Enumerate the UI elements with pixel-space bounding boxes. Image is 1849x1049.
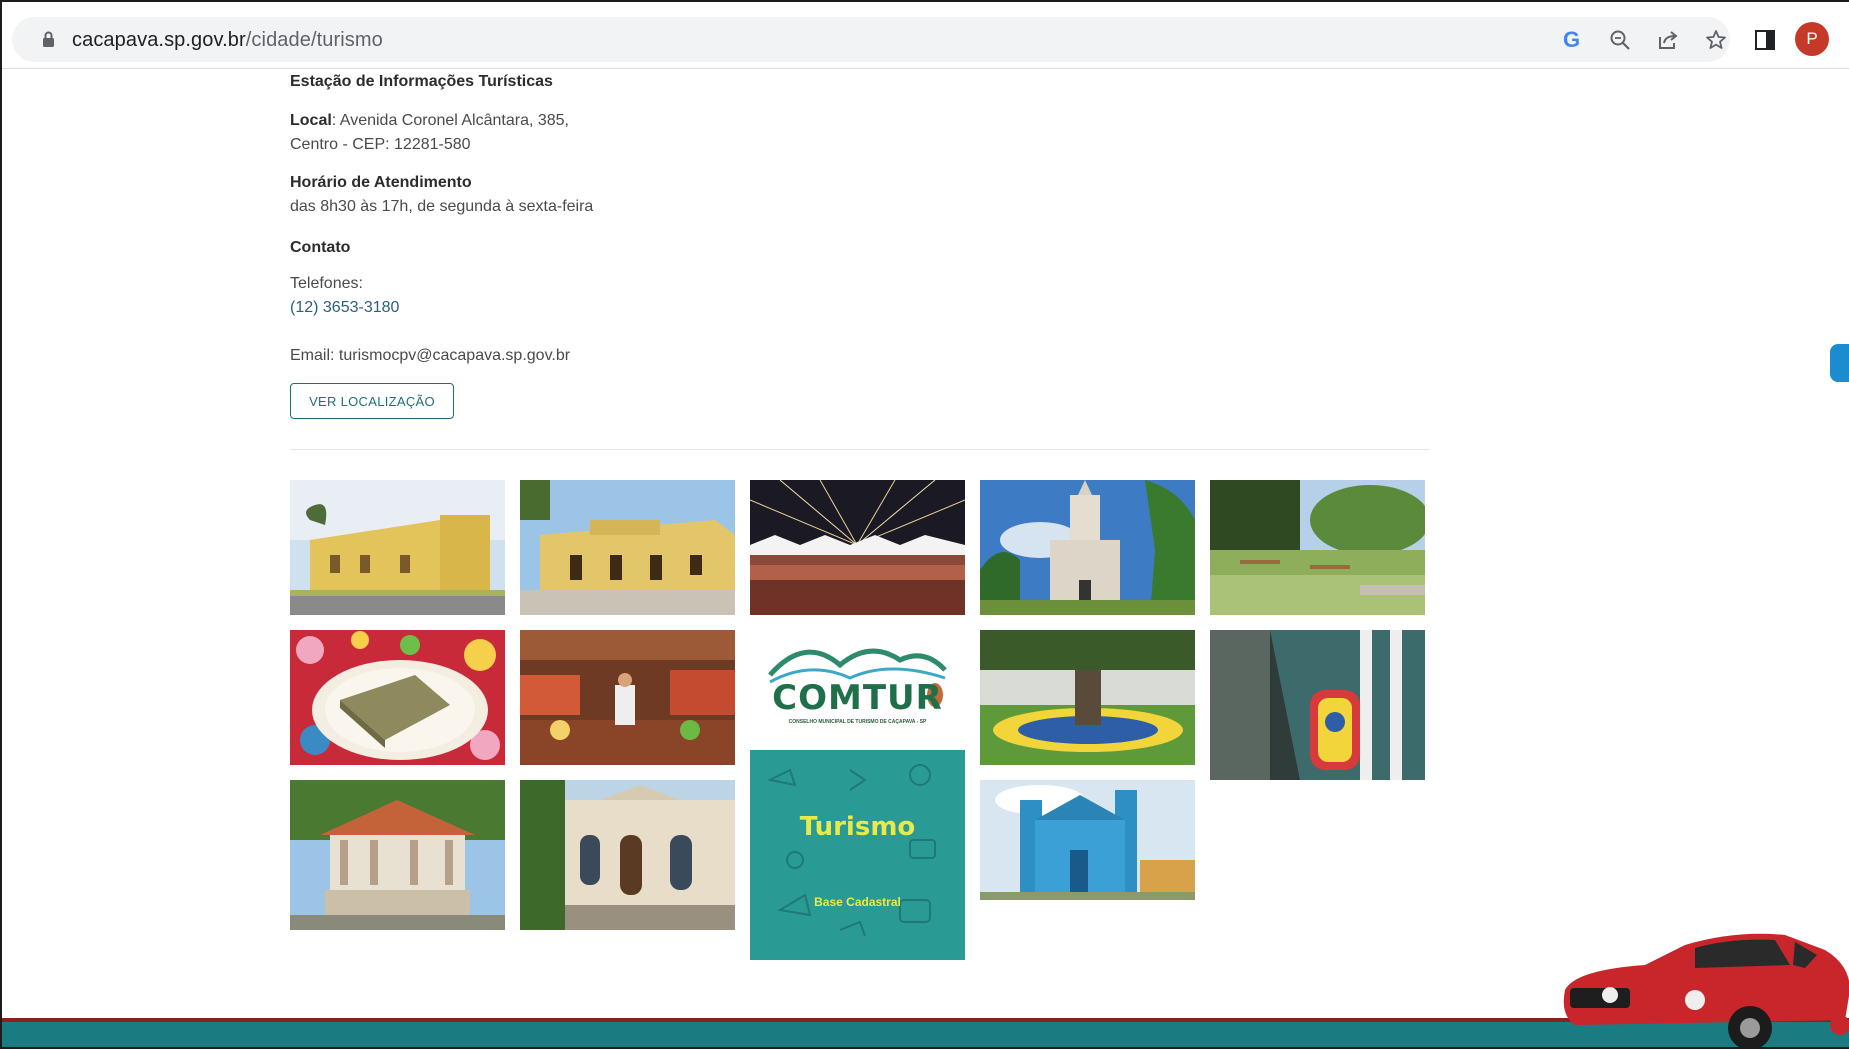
url-path: /cidade/turismo <box>245 29 383 51</box>
turismo-subtitle: Base Cadastral <box>814 895 901 909</box>
photo-gallery: COMTUR CONSELHO MUNICIPAL DE TURISMO DE … <box>290 480 1430 960</box>
gallery-photo-blue-church[interactable] <box>980 780 1195 900</box>
address-line-1: : Avenida Coronel Alcântara, 385, <box>331 112 569 129</box>
star-icon[interactable] <box>1693 17 1738 62</box>
address-bar[interactable]: cacapava.sp.gov.br/cidade/turismo G <box>12 17 1730 62</box>
zoom-icon[interactable] <box>1597 17 1642 62</box>
hours-text: das 8h30 às 17h, de segunda à sexta-feir… <box>290 198 594 215</box>
gallery-turismo-base-cadastral[interactable]: Turismo Base Cadastral <box>750 750 965 960</box>
car-illustration <box>1563 933 1849 1049</box>
gallery-photo-historic-building[interactable] <box>520 780 735 930</box>
url-host: cacapava.sp.gov.br <box>72 29 246 51</box>
address-line-2: Centro - CEP: 12281-580 <box>290 136 471 153</box>
comtur-title: COMTUR <box>772 678 943 718</box>
sidepanel-icon[interactable] <box>1742 17 1787 62</box>
turismo-title: Turismo <box>799 812 916 842</box>
share-icon[interactable] <box>1645 17 1690 62</box>
email-text[interactable]: Email: turismocpv@cacapava.sp.gov.br <box>290 344 570 368</box>
info-title: Estação de Informações Turísticas <box>290 73 553 90</box>
gallery-comtur-logo[interactable]: COMTUR CONSELHO MUNICIPAL DE TURISMO DE … <box>750 630 965 750</box>
url-text[interactable]: cacapava.sp.gov.br/cidade/turismo <box>72 29 383 52</box>
contact-title: Contato <box>290 239 351 256</box>
gallery-photo-paçoca-dessert[interactable] <box>290 630 505 765</box>
google-icon[interactable]: G <box>1549 17 1594 62</box>
gallery-photo-monument-square[interactable] <box>980 630 1195 765</box>
accessibility-widget[interactable] <box>1830 344 1849 382</box>
profile-avatar[interactable]: P <box>1795 22 1829 56</box>
gallery-photo-festival-crowd[interactable] <box>750 480 965 615</box>
gallery-photo-park[interactable] <box>1210 480 1425 615</box>
divider <box>290 449 1430 450</box>
lock-icon[interactable] <box>42 31 55 47</box>
phone-link[interactable]: (12) 3653-3180 <box>290 296 399 320</box>
gallery-photo-yellow-building[interactable] <box>520 480 735 615</box>
comtur-subtitle: CONSELHO MUNICIPAL DE TURISMO DE CAÇAPAV… <box>788 719 927 725</box>
phones-label: Telefones: <box>290 275 363 292</box>
local-label: Local <box>290 112 332 129</box>
gallery-photo-market[interactable] <box>520 630 735 765</box>
gallery-photo-station-building[interactable] <box>290 480 505 615</box>
browser-toolbar: cacapava.sp.gov.br/cidade/turismo G P <box>0 0 1849 69</box>
gallery-photo-ornamental-floor[interactable] <box>1210 630 1425 780</box>
gallery-photo-bandstand[interactable] <box>290 780 505 930</box>
hours-title: Horário de Atendimento <box>290 174 472 191</box>
view-location-button[interactable]: VER LOCALIZAÇÃO <box>290 383 454 419</box>
gallery-photo-church-tower[interactable] <box>980 480 1195 615</box>
address-block: Local: Avenida Coronel Alcântara, 385, C… <box>290 109 569 157</box>
